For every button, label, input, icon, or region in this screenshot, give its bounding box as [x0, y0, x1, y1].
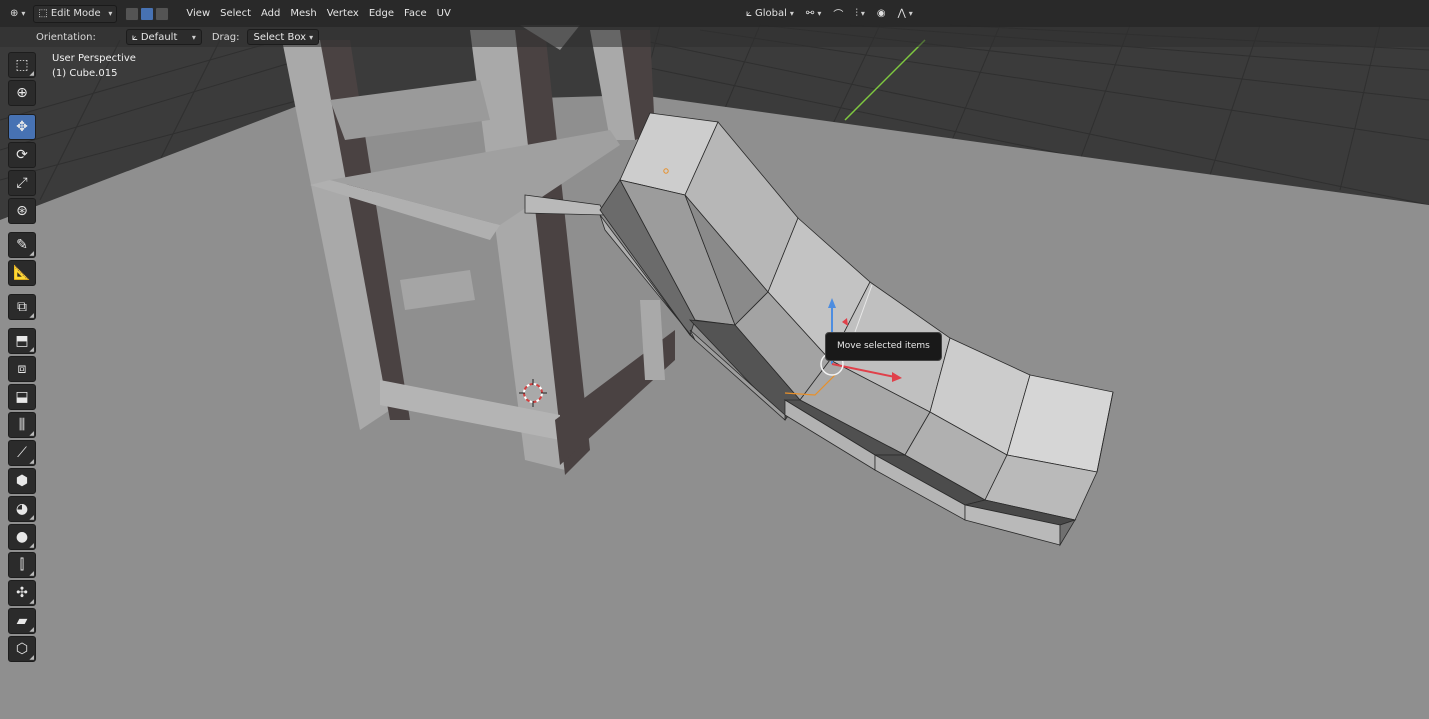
- face-select-mode-button[interactable]: [155, 6, 170, 21]
- transform-orientation-label: Global: [755, 7, 787, 19]
- smooth-icon: ●: [15, 529, 29, 545]
- annotate-icon: ✎: [16, 237, 28, 253]
- tool-settings-bar: Orientation: ⟀ Default ▾ Drag: Select Bo…: [0, 27, 1429, 47]
- pivot-point-icon: ⚯: [805, 7, 815, 19]
- knife-icon: ⟋: [17, 445, 27, 461]
- spin-icon: ◕: [15, 501, 29, 517]
- rotate-tool[interactable]: ⟳: [8, 142, 36, 168]
- transform-tool[interactable]: ⊛: [8, 198, 36, 224]
- 3d-viewport[interactable]: ⊕ ▾ ⬚ Edit Mode ▾ View Select Add Mesh Ve…: [0, 0, 1429, 719]
- loop-cut-tool[interactable]: ⫼ ◢: [8, 412, 36, 438]
- inset-faces-tool[interactable]: ⧈: [8, 356, 36, 382]
- drag-label: Drag:: [211, 31, 240, 43]
- chevron-down-icon: ▾: [789, 8, 794, 18]
- rip-region-tool[interactable]: ⬡ ◢: [8, 636, 36, 662]
- menu-edge[interactable]: Edge: [364, 5, 399, 23]
- toolbar: ⬚ ◢ ⊕ ✥ ⟳ ⤢ ⊛ ✎ ◢ 📐 ⧉ ◢ ⬒ ◢ ⧈ ⬓ ⫼ ◢ ⟋ ◢ ⬢ ◕ ◢ ●…: [6, 52, 38, 664]
- shrink-fatten-tool[interactable]: ✣ ◢: [8, 580, 36, 606]
- menu-select[interactable]: Select: [215, 5, 256, 23]
- edit-mode-icon: ⬚: [38, 8, 48, 19]
- poly-build-icon: ⬢: [15, 473, 29, 489]
- transform-icon: ⊛: [16, 203, 28, 219]
- extrude-region-tool[interactable]: ⬒ ◢: [8, 328, 36, 354]
- menu-face[interactable]: Face: [399, 5, 432, 23]
- edge-slide-icon: ⫿: [19, 557, 25, 573]
- pivot-point-selector[interactable]: ⚯ ▾: [802, 4, 825, 22]
- proportional-edit-toggle[interactable]: ◉: [873, 4, 890, 22]
- editor-type-icon: ⊕: [10, 8, 19, 19]
- orientation-dropdown[interactable]: ⟀ Default ▾: [125, 29, 202, 45]
- menu-uv[interactable]: UV: [432, 5, 456, 23]
- snap-icon: ⌒: [833, 9, 844, 21]
- viewport-header: ⊕ ▾ ⬚ Edit Mode ▾ View Select Add Mesh Ve…: [0, 0, 1429, 27]
- vertex-select-mode-button[interactable]: [125, 6, 140, 21]
- chevron-down-icon: ▾: [908, 8, 913, 18]
- header-center-controls: ⟀ Global ▾ ⚯ ▾ ⌒ ⫶ ▾ ◉ ⋀ ▾: [742, 4, 917, 22]
- chevron-down-icon: ▾: [191, 32, 196, 42]
- loop-cut-icon: ⫼: [18, 417, 26, 433]
- chevron-down-icon: ▾: [817, 8, 822, 18]
- drag-dropdown[interactable]: Select Box ▾: [247, 29, 320, 45]
- inset-icon: ⧈: [17, 361, 27, 377]
- snap-toggle[interactable]: ⌒: [829, 4, 847, 22]
- header-menus: View Select Add Mesh Vertex Edge Face UV: [181, 5, 455, 23]
- transform-orientation-icon: ⟀: [746, 7, 752, 19]
- orientation-icon: ⟀: [131, 31, 138, 43]
- chevron-down-icon: ▾: [860, 8, 865, 18]
- cursor-tool[interactable]: ⊕: [8, 80, 36, 106]
- menu-view[interactable]: View: [181, 5, 215, 23]
- shrink-fatten-icon: ✣: [16, 585, 28, 601]
- shear-tool[interactable]: ▰ ◢: [8, 608, 36, 634]
- object-name-overlay: (1) Cube.015: [52, 68, 118, 79]
- menu-vertex[interactable]: Vertex: [322, 5, 364, 23]
- chevron-down-icon: ▾: [309, 32, 314, 42]
- orientation-label: Orientation:: [36, 31, 96, 43]
- edge-select-mode-button[interactable]: [140, 6, 155, 21]
- drag-value: Select Box: [253, 31, 307, 43]
- select-box-icon: ⬚: [15, 57, 29, 73]
- poly-build-tool[interactable]: ⬢: [8, 468, 36, 494]
- chevron-down-icon: ▾: [108, 9, 113, 18]
- select-box-tool[interactable]: ⬚ ◢: [8, 52, 36, 78]
- cursor-icon: ⊕: [16, 85, 28, 101]
- scale-icon: ⤢: [16, 175, 28, 191]
- smooth-tool[interactable]: ● ◢: [8, 524, 36, 550]
- annotate-tool[interactable]: ✎ ◢: [8, 232, 36, 258]
- add-cube-icon: ⧉: [17, 299, 27, 315]
- snap-increment-selector[interactable]: ⫶ ▾: [851, 4, 869, 22]
- rip-icon: ⬡: [15, 641, 29, 657]
- editor-type-selector[interactable]: ⊕ ▾: [6, 5, 29, 23]
- measure-icon: 📐: [13, 265, 31, 281]
- select-mode-group: [125, 6, 170, 21]
- mode-label: Edit Mode: [50, 8, 101, 19]
- rotate-icon: ⟳: [16, 147, 28, 163]
- bevel-icon: ⬓: [15, 389, 29, 405]
- mode-selector[interactable]: ⬚ Edit Mode ▾: [33, 4, 118, 23]
- orientation-value: Default: [140, 31, 178, 43]
- extrude-icon: ⬒: [15, 333, 29, 349]
- menu-add[interactable]: Add: [256, 5, 285, 23]
- move-tool[interactable]: ✥: [8, 114, 36, 140]
- move-tooltip: Move selected items: [825, 332, 942, 361]
- bevel-tool[interactable]: ⬓: [8, 384, 36, 410]
- proportional-falloff-icon: ⋀: [897, 7, 906, 19]
- view-name-overlay: User Perspective: [52, 53, 136, 64]
- shear-icon: ▰: [16, 613, 28, 629]
- spin-tool[interactable]: ◕ ◢: [8, 496, 36, 522]
- menu-mesh[interactable]: Mesh: [285, 5, 321, 23]
- proportional-edit-icon: ◉: [876, 7, 886, 19]
- scene-svg[interactable]: [0, 0, 1429, 719]
- proportional-falloff-selector[interactable]: ⋀ ▾: [894, 4, 917, 22]
- scale-tool[interactable]: ⤢: [8, 170, 36, 196]
- edge-slide-tool[interactable]: ⫿ ◢: [8, 552, 36, 578]
- measure-tool[interactable]: 📐: [8, 260, 36, 286]
- add-cube-tool[interactable]: ⧉ ◢: [8, 294, 36, 320]
- transform-orientation-selector[interactable]: ⟀ Global ▾: [742, 4, 798, 22]
- knife-tool[interactable]: ⟋ ◢: [8, 440, 36, 466]
- chevron-down-icon: ▾: [21, 9, 26, 18]
- move-icon: ✥: [16, 119, 28, 135]
- snap-increment-icon: ⫶: [855, 7, 858, 19]
